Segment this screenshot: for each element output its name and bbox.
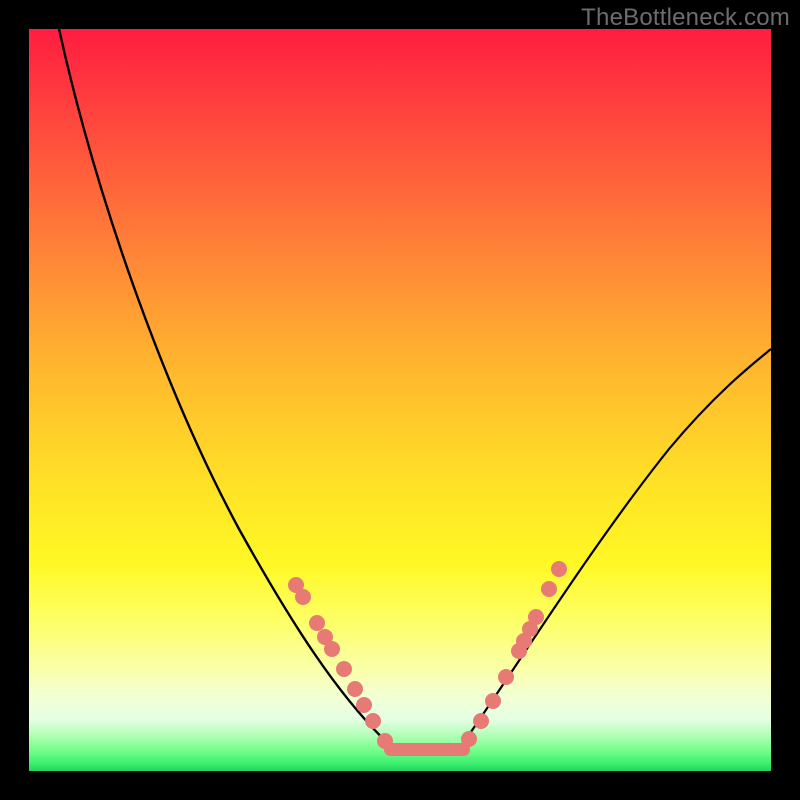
flat-marker [384, 743, 470, 756]
curve-left [59, 29, 394, 749]
bottleneck-chart [29, 29, 771, 771]
chart-frame [29, 29, 771, 771]
curve-right [459, 349, 771, 749]
watermark-text: TheBottleneck.com [581, 4, 790, 32]
dots-right [461, 561, 567, 747]
dots-left [288, 577, 393, 749]
